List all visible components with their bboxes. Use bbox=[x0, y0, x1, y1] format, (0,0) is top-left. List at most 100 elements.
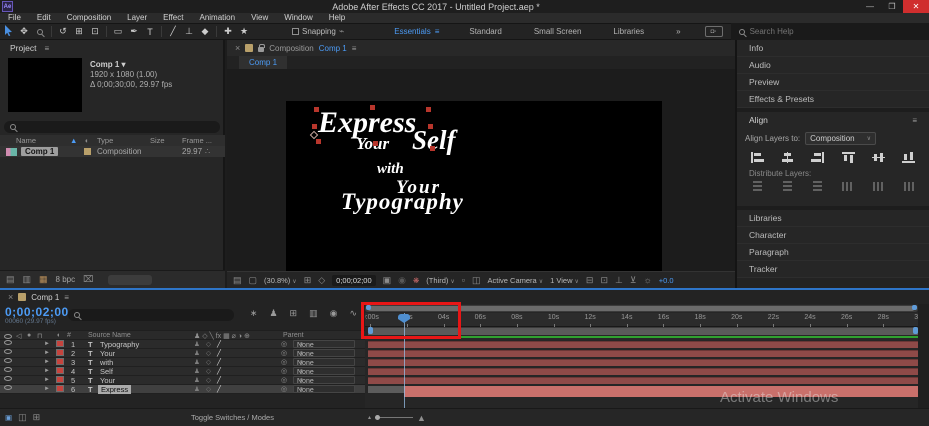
pickwhip-icon[interactable]: ◎ bbox=[281, 340, 287, 349]
expand-arrow-icon[interactable]: ► bbox=[44, 376, 50, 385]
parent-dropdown[interactable]: None ∨ bbox=[293, 376, 355, 385]
audio-column-icon[interactable]: ◁ bbox=[16, 332, 21, 340]
workspace-menu-icon[interactable]: ≡ bbox=[435, 27, 454, 36]
align-horizontal-center-icon[interactable] bbox=[781, 152, 794, 163]
project-item-row[interactable]: Comp 1 Composition 29.97 ∴ bbox=[0, 146, 225, 157]
shy-switch-icon[interactable]: ♟ bbox=[194, 367, 200, 376]
sidebar-panel-header[interactable]: Effects & Presets bbox=[737, 91, 929, 108]
layer-color-swatch[interactable] bbox=[56, 376, 64, 383]
pan-behind-tool-icon[interactable]: ⊡ bbox=[87, 26, 103, 37]
align-right-icon[interactable] bbox=[811, 152, 825, 163]
menu-item[interactable]: Animation bbox=[191, 13, 243, 23]
scrollbar-right-cap[interactable] bbox=[912, 305, 917, 310]
composition-canvas[interactable]: Express Your Self with Your Typography bbox=[286, 101, 662, 297]
puppet-pin-tool-icon[interactable]: ★ bbox=[236, 26, 252, 37]
menu-item[interactable]: Help bbox=[321, 13, 353, 23]
sidebar-panel-header[interactable]: Audio bbox=[737, 57, 929, 74]
layer-color-swatch[interactable] bbox=[56, 358, 64, 365]
fast-previews-icon[interactable]: ⊡ bbox=[600, 275, 608, 286]
current-time-display[interactable]: 0;00;02;00 bbox=[5, 305, 69, 319]
close-button[interactable]: ✕ bbox=[903, 0, 929, 13]
project-tab[interactable]: Project bbox=[10, 43, 36, 53]
quality-switch-icon[interactable]: ╱ bbox=[217, 385, 221, 394]
menu-item[interactable]: Effect bbox=[155, 13, 191, 23]
layer-color-swatch[interactable] bbox=[56, 340, 64, 347]
menu-item[interactable]: File bbox=[0, 13, 29, 23]
workspace-essentials[interactable]: Essentials bbox=[378, 27, 434, 36]
timeline-search-field[interactable] bbox=[68, 309, 234, 321]
shape-tool-icon[interactable]: ▭ bbox=[110, 26, 126, 37]
frame-blending-icon[interactable]: ▥ bbox=[309, 308, 318, 319]
layer-name[interactable]: Self bbox=[100, 367, 113, 376]
project-panel-menu-icon[interactable]: ≡ bbox=[44, 44, 49, 53]
align-top-icon[interactable] bbox=[841, 152, 855, 163]
number-column-header[interactable]: # bbox=[67, 332, 71, 339]
shy-switch-icon[interactable]: ♟ bbox=[194, 349, 200, 358]
hand-tool-icon[interactable]: ✥ bbox=[16, 26, 32, 37]
clone-stamp-tool-icon[interactable]: ⊥ bbox=[181, 26, 197, 37]
align-layers-to-dropdown[interactable]: Composition ∨ bbox=[805, 132, 877, 145]
comp-info-name[interactable]: Comp 1 ▾ bbox=[90, 60, 172, 70]
canvas-text-self[interactable]: Self bbox=[412, 125, 456, 156]
menu-item[interactable]: Layer bbox=[119, 13, 155, 23]
align-left-icon[interactable] bbox=[751, 152, 764, 163]
selection-handle[interactable] bbox=[312, 124, 317, 129]
layer-name[interactable]: Typography bbox=[100, 340, 139, 349]
align-panel-menu-icon[interactable]: ≡ bbox=[912, 116, 917, 125]
minimize-button[interactable]: — bbox=[859, 0, 881, 13]
snap-options-icon[interactable]: ⌁ bbox=[339, 26, 344, 37]
solo-column-icon[interactable]: ● bbox=[27, 332, 31, 339]
selection-handle[interactable] bbox=[428, 124, 433, 129]
menu-item[interactable]: Window bbox=[276, 13, 320, 23]
timeline-jump-icon[interactable]: ⊥ bbox=[615, 275, 623, 286]
exposure-value[interactable]: +0.0 bbox=[659, 276, 674, 285]
channels-icon[interactable]: ❋ bbox=[413, 276, 419, 285]
sidebar-panel-header[interactable]: Preview bbox=[737, 74, 929, 91]
resolution-dropdown[interactable]: (Third) ∨ bbox=[426, 276, 455, 285]
effect-switch-icon[interactable]: ◇ bbox=[206, 367, 211, 376]
new-composition-icon[interactable]: ▦ bbox=[39, 274, 48, 285]
pickwhip-icon[interactable]: ◎ bbox=[281, 358, 287, 367]
layer-bar-2[interactable] bbox=[368, 350, 918, 357]
parent-dropdown[interactable]: None ∨ bbox=[293, 340, 355, 349]
shy-switch-icon[interactable]: ♟ bbox=[194, 358, 200, 367]
parent-dropdown[interactable]: None ∨ bbox=[293, 367, 355, 376]
draft-3d-icon[interactable]: ♟ bbox=[269, 308, 277, 319]
eye-icon[interactable] bbox=[4, 340, 12, 345]
pickwhip-icon[interactable]: ◎ bbox=[281, 349, 287, 358]
composition-panel-menu-icon[interactable]: ≡ bbox=[352, 44, 357, 53]
sidebar-panel-header[interactable]: Character bbox=[737, 227, 929, 244]
project-search-field[interactable] bbox=[4, 121, 220, 133]
shy-switch-icon[interactable]: ♟ bbox=[194, 385, 200, 394]
parent-dropdown[interactable]: None ∨ bbox=[293, 385, 355, 394]
camera-tool-icon[interactable]: ⊞ bbox=[71, 26, 87, 37]
rotation-tool-icon[interactable]: ↺ bbox=[55, 26, 71, 37]
timeline-panel-menu-icon[interactable]: ≡ bbox=[64, 293, 69, 302]
distribute-bottom-icon[interactable] bbox=[811, 181, 824, 192]
menu-item[interactable]: Edit bbox=[29, 13, 59, 23]
align-panel-header[interactable]: Align ≡ bbox=[737, 112, 929, 128]
pickwhip-icon[interactable]: ◎ bbox=[281, 367, 287, 376]
eye-icon[interactable] bbox=[4, 385, 12, 390]
zoom-in-mountain-icon[interactable]: ▲ bbox=[417, 413, 426, 423]
expand-transfer-controls-icon[interactable]: ⊞ bbox=[33, 412, 41, 423]
menu-item[interactable]: Composition bbox=[59, 13, 119, 23]
distribute-vertical-center-icon[interactable] bbox=[781, 181, 794, 192]
hide-shy-layers-icon[interactable]: ⊞ bbox=[290, 308, 298, 319]
workspace-overflow-chevrons[interactable]: » bbox=[660, 27, 696, 36]
column-frame[interactable]: Frame ... bbox=[182, 136, 212, 145]
distribute-right-icon[interactable] bbox=[902, 181, 915, 192]
mask-visibility-icon[interactable]: ◇ bbox=[318, 275, 325, 286]
layer-color-swatch[interactable] bbox=[56, 385, 64, 392]
snapping-toggle[interactable]: Snapping ⌁ bbox=[292, 26, 344, 37]
composition-viewer[interactable]: Express Your Self with Your Typography bbox=[227, 69, 735, 297]
effect-switch-icon[interactable]: ◇ bbox=[206, 376, 211, 385]
timeline-tab[interactable]: Comp 1 bbox=[31, 293, 59, 302]
roto-brush-tool-icon[interactable]: ✚ bbox=[220, 26, 236, 37]
align-vertical-center-icon[interactable] bbox=[871, 152, 885, 163]
sidebar-panel-header[interactable]: Tracker bbox=[737, 261, 929, 278]
zoom-slider-track[interactable] bbox=[375, 415, 414, 420]
motion-blur-icon[interactable]: ◉ bbox=[330, 308, 338, 319]
selection-handle[interactable] bbox=[370, 105, 375, 110]
selection-handle[interactable] bbox=[373, 141, 378, 146]
